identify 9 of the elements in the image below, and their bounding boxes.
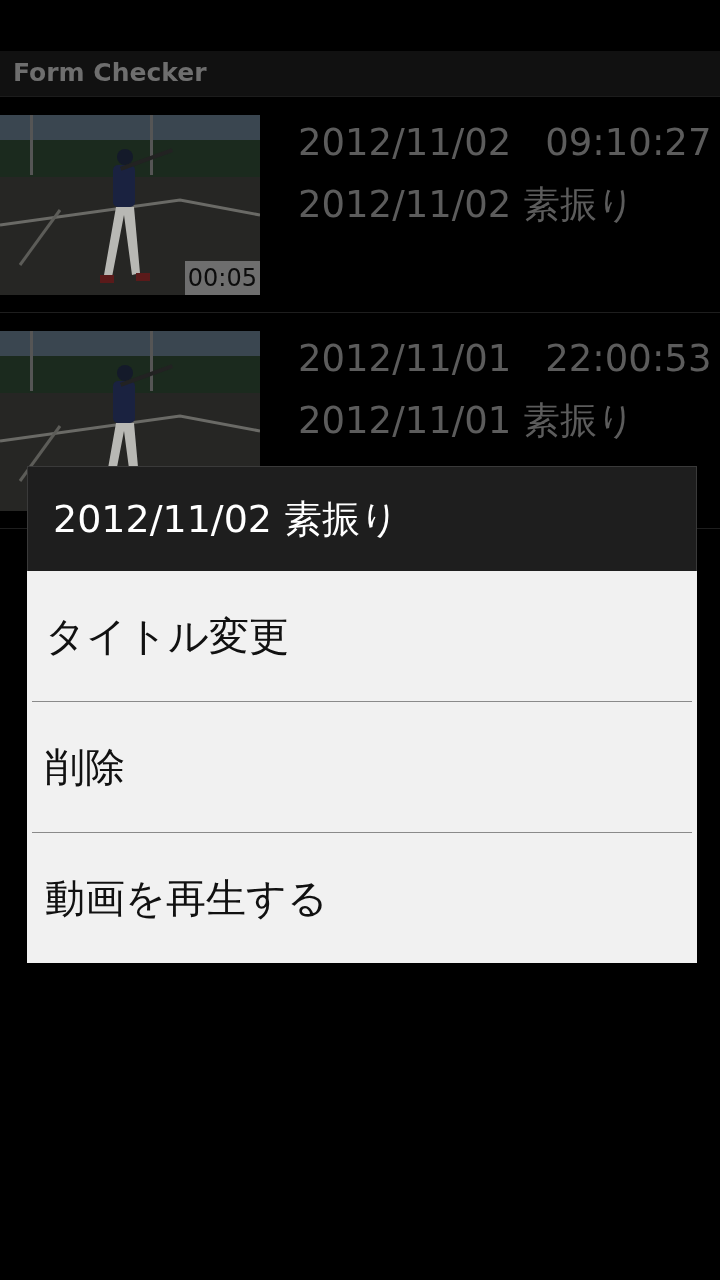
recorded-time: 22:00:53 bbox=[545, 337, 712, 381]
dialog-title: 2012/11/02 素振り bbox=[27, 466, 697, 571]
video-title: 2012/11/02 素振り bbox=[298, 183, 637, 227]
video-title: 2012/11/01 素振り bbox=[298, 399, 637, 443]
app-title: Form Checker bbox=[12, 57, 207, 89]
duration-label: 00:05 bbox=[184, 261, 260, 295]
recorded-date: 2012/11/01 bbox=[298, 337, 512, 381]
recorded-time: 09:10:27 bbox=[545, 121, 712, 165]
recorded-date: 2012/11/02 bbox=[298, 121, 512, 165]
